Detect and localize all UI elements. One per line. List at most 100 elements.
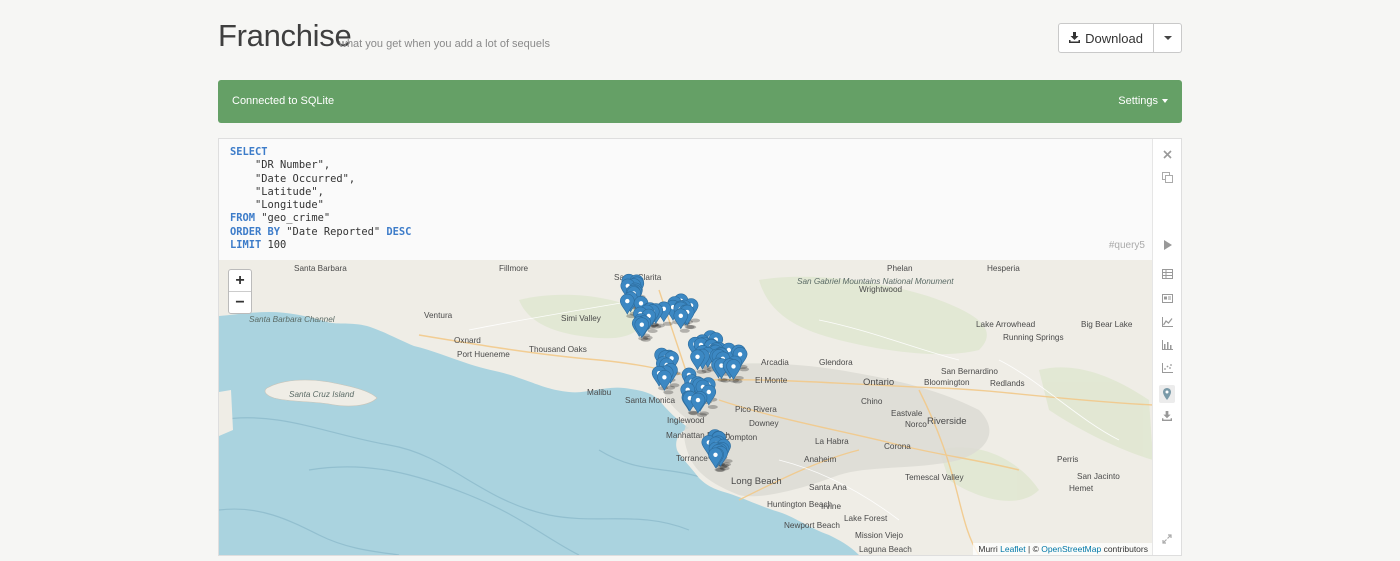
line-chart-icon[interactable] [1160, 315, 1174, 329]
map-place-label: Laguna Beach [859, 545, 912, 554]
sql-text: "Date Occurred", [230, 172, 356, 185]
cell-toolbar [1152, 139, 1181, 555]
sql-text: 100 [261, 239, 287, 252]
sql-code-line: SELECT [230, 146, 1153, 159]
map-attribution: Murri Leaflet | © OpenStreetMap contribu… [973, 543, 1153, 555]
map-place-label: Port Hueneme [457, 350, 510, 359]
sql-code-line: LIMIT 100 [230, 239, 1153, 252]
zoom-in-button[interactable]: + [229, 270, 251, 292]
map-place-label: Bloomington [924, 378, 970, 387]
map-place-label: Compton [724, 433, 758, 442]
sql-code: SELECT "DR Number", "Date Occurred", "La… [230, 146, 1153, 252]
sql-keyword: DESC [386, 225, 412, 238]
connection-status-text: Connected to SQLite [232, 95, 335, 107]
map-place-label: Simi Valley [561, 314, 602, 323]
map-place-label: Running Springs [1003, 333, 1064, 342]
sql-keyword: ORDER BY [230, 225, 281, 238]
map-place-label: Arcadia [761, 358, 789, 367]
app-tagline: what you get when you add a lot of seque… [339, 38, 550, 50]
close-icon[interactable] [1160, 147, 1174, 161]
sql-code-line: FROM "geo_crime" [230, 212, 1153, 225]
map-place-label: Irvine [821, 502, 841, 511]
map-place-label: Riverside [927, 416, 967, 427]
sql-code-line: "DR Number", [230, 159, 1153, 172]
map-place-label: Santa Barbara Channel [249, 315, 335, 324]
sql-code-line: "Latitude", [230, 186, 1153, 199]
sql-text: "Longitude" [230, 199, 324, 212]
settings-label: Settings [1118, 95, 1158, 107]
run-icon[interactable] [1160, 238, 1174, 252]
connection-status-bar: Connected to SQLite Settings [218, 80, 1182, 123]
query-tag: #query5 [1108, 239, 1145, 251]
map-place-label: Temescal Valley [905, 473, 964, 482]
attribution-suffix: contributors [1101, 544, 1148, 554]
map-place-label: Chino [861, 397, 883, 406]
copy-icon[interactable] [1160, 170, 1174, 184]
map-place-label: Hemet [1069, 484, 1094, 493]
scatter-chart-icon[interactable] [1160, 361, 1174, 375]
map-place-label: Fillmore [499, 264, 529, 273]
map-place-label: Mission Viejo [855, 531, 904, 540]
sql-text: "Latitude", [230, 185, 324, 198]
map-place-label: Ontario [863, 377, 894, 388]
settings-dropdown[interactable]: Settings [1118, 95, 1168, 107]
sql-text: "Date Reported" [280, 225, 387, 238]
map-place-label: Santa Ana [809, 483, 847, 492]
sql-keyword: FROM [230, 212, 256, 225]
map-place-label: Inglewood [667, 416, 705, 425]
map-place-label: Phelan [887, 264, 913, 273]
map-place-label: La Habra [815, 437, 849, 446]
zoom-controls: + − [228, 269, 252, 314]
sql-code-line: ORDER BY "Date Reported" DESC [230, 226, 1153, 239]
map-view[interactable]: Santa BarbaraFillmoreSanta ClaritaPhelan… [219, 260, 1153, 555]
map-place-label: Newport Beach [784, 521, 840, 530]
map-place-label: Perris [1057, 455, 1078, 464]
map-place-label: Big Bear Lake [1081, 320, 1133, 329]
download-icon [1069, 31, 1081, 46]
map-place-label: Glendora [819, 358, 853, 367]
sql-editor[interactable]: SELECT "DR Number", "Date Occurred", "La… [219, 139, 1153, 260]
map-place-label: Thousand Oaks [529, 345, 587, 354]
osm-link[interactable]: OpenStreetMap [1041, 544, 1101, 554]
map-place-label: Santa Cruz Island [289, 390, 355, 399]
download-icon[interactable] [1160, 409, 1174, 423]
map-place-label: Eastvale [891, 409, 923, 418]
leaflet-link[interactable]: Leaflet [1000, 544, 1026, 554]
map-place-label: Redlands [990, 379, 1025, 388]
sql-text: "geo_crime" [255, 212, 331, 225]
map-place-label: San Jacinto [1077, 472, 1120, 481]
map-place-label: Lake Forest [844, 514, 888, 523]
map-place-label: Anaheim [804, 455, 836, 464]
download-button-group: Download [1058, 23, 1182, 53]
map-place-label: El Monte [755, 376, 788, 385]
map-view-icon[interactable] [1159, 385, 1175, 403]
map-place-label: Lake Arrowhead [976, 320, 1036, 329]
attribution-separator: | © [1025, 544, 1042, 554]
bar-chart-icon[interactable] [1160, 338, 1174, 352]
map-place-label: Pico Rivera [735, 405, 777, 414]
map-place-label: Ventura [424, 311, 453, 320]
zoom-out-button[interactable]: − [229, 292, 251, 313]
map-place-label: Malibu [587, 388, 612, 397]
table-view-icon[interactable] [1160, 267, 1174, 281]
chevron-down-icon [1162, 99, 1168, 103]
sql-keyword: LIMIT [230, 239, 262, 252]
sql-code-line: "Date Occurred", [230, 173, 1153, 186]
map-canvas[interactable]: Santa BarbaraFillmoreSanta ClaritaPhelan… [219, 260, 1153, 555]
download-options-dropdown[interactable] [1154, 23, 1182, 53]
expand-icon[interactable] [1160, 532, 1174, 546]
map-place-label: Wrightwood [859, 285, 903, 294]
query-cell: SELECT "DR Number", "Date Occurred", "La… [218, 138, 1182, 556]
download-button[interactable]: Download [1058, 23, 1154, 53]
card-view-icon[interactable] [1160, 291, 1174, 305]
map-place-label: Norco [905, 420, 927, 429]
map-place-label: Corona [884, 442, 911, 451]
map-place-label: Santa Monica [625, 396, 676, 405]
map-place-label: Long Beach [731, 476, 782, 487]
map-place-label: Santa Barbara [294, 264, 347, 273]
attribution-cut-label: Murri [978, 544, 998, 554]
chevron-down-icon [1163, 36, 1172, 40]
map-place-label: Hesperia [987, 264, 1020, 273]
download-label: Download [1085, 30, 1143, 46]
map-place-label: Downey [749, 419, 779, 428]
